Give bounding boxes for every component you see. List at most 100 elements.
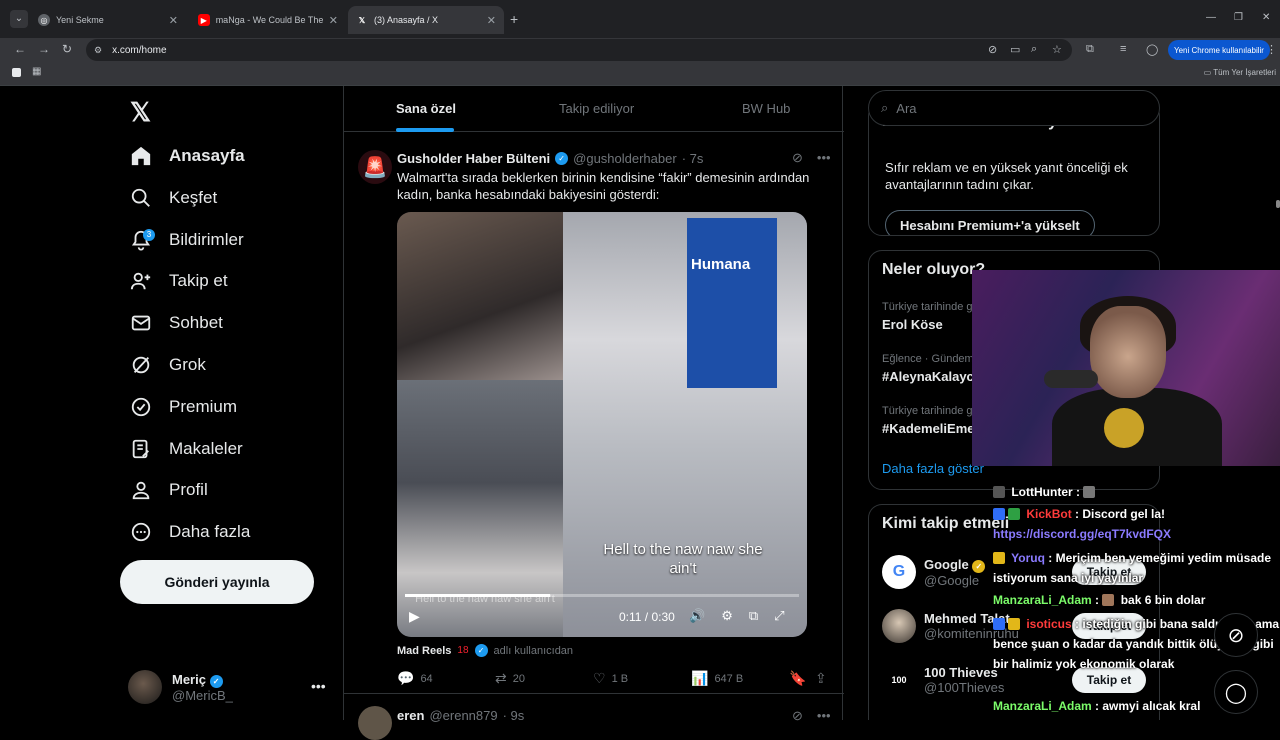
fullscreen-icon[interactable]: ⤢ (774, 608, 784, 624)
bookmark-page-icon[interactable] (12, 68, 21, 77)
share-icon: ⇪ (815, 670, 827, 686)
browser-tab[interactable]: ◎ Yeni Sekme ✕ (30, 6, 186, 34)
tweet-author-handle[interactable]: @gusholderhaber (573, 151, 677, 166)
chat-badge-icon (1008, 618, 1020, 630)
search-box[interactable]: ⌕ Ara (868, 90, 1160, 126)
tab-close-icon[interactable]: ✕ (329, 14, 338, 27)
tweet-header: eren @erenn879 · 9s (397, 708, 524, 723)
tweet-author-name[interactable]: Gusholder Haber Bülteni (397, 151, 550, 166)
chrome-update-button[interactable]: Yeni Chrome kullanılabilir (1168, 40, 1270, 60)
chrome-menu-icon[interactable]: ⋮ (1266, 43, 1277, 56)
verified-icon: ✓ (555, 152, 569, 165)
siren-avatar-icon[interactable]: 🚨 (358, 150, 392, 184)
tab-for-you[interactable]: Sana özel (396, 101, 456, 116)
address-bar[interactable]: ⚙ x.com/home (86, 39, 1072, 61)
avatar[interactable] (358, 706, 392, 740)
grok-icon[interactable]: ⊘ (792, 708, 803, 724)
tab-search-button[interactable]: ⌄ (10, 10, 28, 28)
volume-icon[interactable]: 🔊 (689, 608, 705, 624)
back-icon[interactable]: ← (14, 42, 26, 56)
reload-icon[interactable]: ↻ (62, 42, 72, 56)
profile-icon[interactable]: ◯ (1146, 43, 1158, 56)
views-button[interactable]: 📊 647 B (691, 670, 743, 687)
article-icon (132, 439, 149, 459)
tab-close-icon[interactable]: ✕ (169, 14, 178, 27)
chat-badge-icon (1008, 508, 1020, 520)
video-caption: Hell to the naw naw she ain't (603, 541, 763, 577)
premium-upgrade-button[interactable]: Hesabını Premium+'a yükselt (885, 210, 1095, 235)
all-bookmarks[interactable]: ▭ Tüm Yer İşaretleri (1204, 68, 1276, 77)
tab-bw-hub[interactable]: BW Hub (742, 101, 790, 116)
webcam-overlay (972, 270, 1280, 466)
messages-float-icon[interactable]: ◯ (1214, 670, 1258, 714)
grok-float-icon[interactable]: ⊘ (1214, 613, 1258, 657)
tab-close-icon[interactable]: ✕ (487, 14, 496, 27)
tab-title: Yeni Sekme (56, 15, 104, 25)
tab-following[interactable]: Takip ediliyor (559, 101, 634, 116)
play-icon[interactable]: ▶ (409, 608, 420, 625)
browser-tab[interactable]: ▶ maNga - We Could Be The Sam ✕ (190, 6, 346, 34)
maximize-icon[interactable]: ❐ (1234, 12, 1243, 23)
add-user-icon (130, 272, 151, 290)
zoom-icon[interactable]: ⌕ (1031, 43, 1037, 56)
new-tab-icon[interactable]: + (510, 11, 518, 27)
chat-link[interactable]: https://discord.gg/eqT7kvdFQX (993, 524, 1280, 544)
bookmark-button[interactable]: 🔖 (789, 670, 806, 687)
post-button[interactable]: Gönderi yayınla (120, 560, 314, 604)
follow-suggestion[interactable]: G Google ✓ @Google (882, 555, 986, 589)
nav-explore[interactable]: Keşfet (130, 183, 217, 213)
show-more-link[interactable]: Daha fazla göster (882, 461, 984, 476)
account-more-icon[interactable]: ••• (311, 678, 326, 694)
source-name[interactable]: Mad Reels (397, 645, 451, 657)
browser-tab-active[interactable]: 𝕏 (3) Anasayfa / X ✕ (348, 6, 504, 34)
nav-premium[interactable]: Premium (130, 392, 237, 422)
nav-more[interactable]: Daha fazla (130, 517, 250, 547)
mail-icon (131, 315, 151, 331)
minimize-icon[interactable]: — (1206, 12, 1216, 23)
search-input[interactable]: Ara (896, 101, 916, 116)
pip-icon[interactable]: ⧉ (749, 608, 758, 624)
chat-message: LottHunter : (993, 482, 1280, 502)
apps-grid-icon[interactable]: ▦ (32, 66, 41, 77)
video-progress-bar[interactable] (405, 594, 799, 597)
extensions-icon[interactable]: ⧉ (1086, 43, 1094, 56)
nav-grok[interactable]: Grok (130, 350, 206, 380)
nav-notifications[interactable]: 3 Bildirimler (130, 225, 244, 255)
forward-icon[interactable]: → (38, 42, 50, 56)
camera-blocked-icon[interactable]: ⊘ (988, 43, 997, 56)
tweet-author-name[interactable]: eren (397, 708, 424, 723)
tweet-video[interactable]: Humana Hell to the naw naw she ain't Hel… (397, 212, 807, 637)
tweet-author-handle[interactable]: @erenn879 (429, 708, 497, 723)
nav-chat[interactable]: Sohbet (130, 308, 223, 338)
share-button[interactable]: ⇪ (815, 670, 827, 687)
grok-icon[interactable]: ⊘ (792, 150, 803, 166)
trend-item[interactable]: Eğlence · Gündemde #AleynaKalaycı (882, 353, 986, 384)
media-icon[interactable]: ≡ (1120, 43, 1126, 55)
account-switcher[interactable]: Meriç ✓ @MericB_ (128, 670, 233, 704)
tweet[interactable]: eren @erenn879 · 9s ⊘ ••• (344, 700, 844, 740)
repost-button[interactable]: ⇄ 20 (495, 670, 525, 687)
site-info-icon[interactable]: ⚙ (94, 45, 102, 56)
x-logo-icon[interactable]: 𝕏 (130, 97, 151, 128)
close-window-icon[interactable]: ✕ (1262, 12, 1270, 23)
nav-articles[interactable]: Makaleler (130, 434, 243, 464)
cast-icon[interactable]: ▭ (1010, 43, 1020, 56)
bell-wrapper: 3 (130, 229, 155, 251)
tweet[interactable]: 🚨 Gusholder Haber Bülteni ✓ @gusholderha… (344, 138, 844, 694)
nav-profile[interactable]: Profil (130, 475, 208, 505)
shirt-logo (1104, 408, 1144, 448)
reply-button[interactable]: 💬 64 (397, 670, 433, 687)
settings-icon[interactable]: ⚙ (721, 608, 733, 624)
like-button[interactable]: ♡ 1 B (593, 670, 628, 687)
follow-suggestion[interactable]: 100 100 Thieves @100Thieves (882, 663, 1004, 697)
nav-follow[interactable]: Takip et (130, 266, 228, 296)
nav-home[interactable]: Anasayfa (130, 141, 245, 171)
chat-user: Yoruq (1011, 551, 1045, 565)
tab-title: maNga - We Could Be The Sam (215, 15, 323, 25)
scrollbar-thumb[interactable] (1276, 200, 1280, 208)
tweet-time[interactable]: · 9s (503, 708, 525, 723)
more-icon[interactable]: ••• (817, 150, 831, 166)
tweet-time[interactable]: · 7s (682, 151, 704, 166)
bookmark-star-icon[interactable]: ☆ (1052, 43, 1062, 56)
more-icon[interactable]: ••• (817, 708, 831, 724)
